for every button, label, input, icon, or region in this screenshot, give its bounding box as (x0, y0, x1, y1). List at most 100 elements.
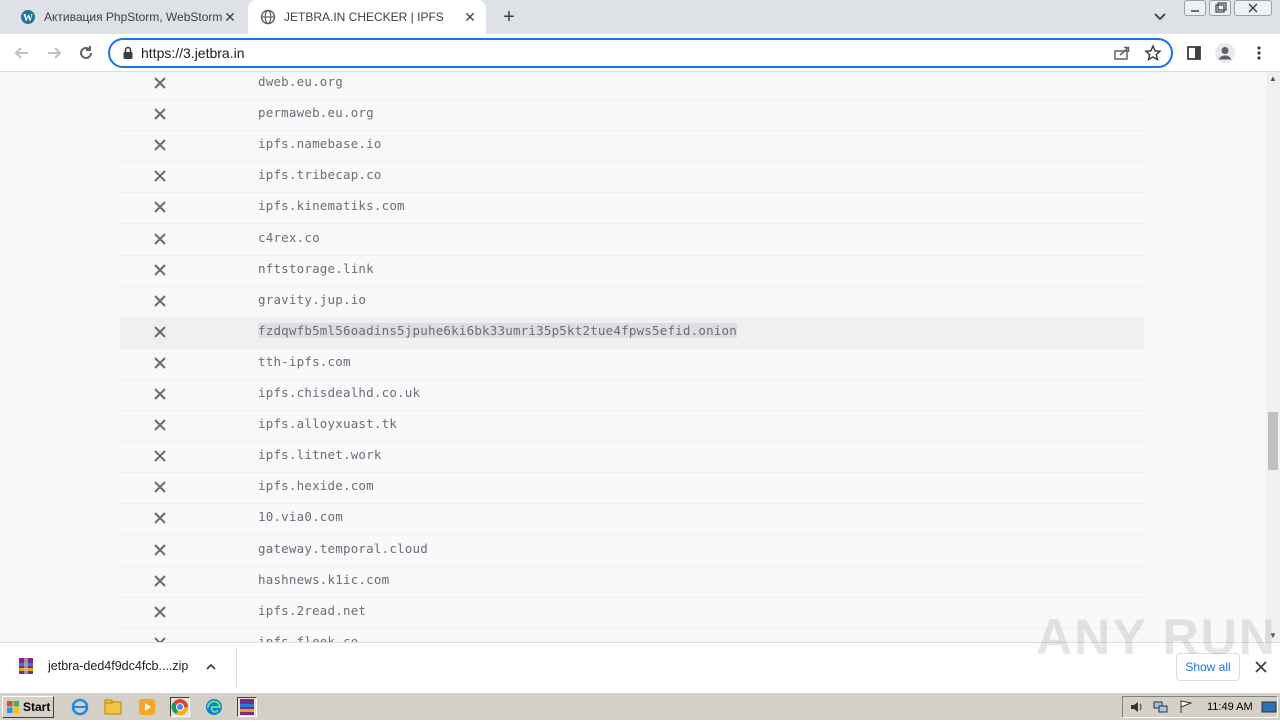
chevron-up-icon[interactable] (204, 660, 218, 678)
menu-kebab-icon[interactable] (1248, 42, 1270, 64)
list-item: gateway.temporal.cloud (120, 536, 1144, 567)
tab-strip: W Активация PhpStorm, WebStorm, In ✕ JET… (0, 0, 1280, 34)
page-scrollbar[interactable]: ▲ ▼ (1266, 72, 1280, 642)
list-item: dweb.eu.org (120, 72, 1144, 100)
anyrun-watermark: ANY RUN (1036, 609, 1277, 665)
gateway-host: ipfs.chisdealhd.co.uk (258, 385, 421, 400)
x-icon (152, 479, 168, 495)
profile-avatar-icon[interactable] (1214, 42, 1236, 64)
action-center-flag-icon[interactable] (1179, 700, 1193, 719)
x-icon (152, 106, 168, 122)
forward-arrow-icon[interactable] (43, 42, 65, 64)
close-window-button[interactable] (1234, 0, 1272, 16)
x-icon (152, 168, 168, 184)
back-arrow-icon[interactable] (11, 42, 33, 64)
address-bar[interactable]: https://3.jetbra.in (108, 38, 1173, 68)
gateway-host: 10.via0.com (258, 509, 343, 525)
start-button[interactable]: Start (2, 696, 54, 718)
share-icon[interactable] (1113, 45, 1131, 66)
file-explorer-icon[interactable] (103, 697, 123, 717)
gateway-host: ipfs.kinematiks.com (258, 198, 405, 214)
list-item: ipfs.2read.net (120, 598, 1144, 629)
gateway-host: tth-ipfs.com (258, 353, 351, 369)
x-icon (152, 542, 168, 558)
gateway-host: ipfs.alloyxuast.tk (258, 416, 398, 432)
list-item: 10.via0.com (120, 504, 1144, 536)
minimize-button[interactable] (1184, 0, 1206, 16)
show-desktop-icon[interactable] (1261, 700, 1277, 719)
lock-icon[interactable] (122, 46, 134, 65)
x-icon (152, 604, 168, 620)
download-item[interactable]: jetbra-ded4f9dc4fcb....zip (18, 657, 188, 675)
tab-title: JETBRA.IN CHECKER | IPFS (284, 10, 444, 24)
x-icon (152, 231, 168, 247)
list-item: ipfs.fleek.co (120, 629, 1144, 642)
gateway-host: nftstorage.link (258, 260, 374, 276)
edge-icon[interactable] (204, 697, 224, 717)
clock[interactable]: 11:49 AM (1207, 701, 1253, 713)
x-icon (152, 635, 168, 642)
x-icon (152, 75, 168, 91)
chrome-icon[interactable] (170, 697, 190, 717)
gateway-host: ipfs.tribecap.co (258, 167, 382, 183)
gateway-host: fzdqwfb5ml56oadins5jpuhe6ki6bk33umri35p5… (258, 322, 737, 338)
network-icon[interactable] (1153, 700, 1169, 719)
list-item: ipfs.litnet.work (120, 442, 1144, 474)
taskbar: Start 11:49 AM (0, 692, 1280, 720)
tab-title: Активация PhpStorm, WebStorm, In (44, 10, 222, 24)
x-icon (152, 324, 168, 340)
windows-flag-icon (7, 701, 19, 713)
list-item: ipfs.hexide.com (120, 473, 1144, 505)
volume-icon[interactable] (1129, 700, 1145, 719)
internet-explorer-icon[interactable] (70, 697, 90, 717)
winrar-archive-icon (19, 658, 33, 674)
gateway-host: dweb.eu.org (258, 74, 343, 89)
list-item: gravity.jup.io (120, 287, 1144, 318)
x-icon (152, 510, 168, 526)
x-icon (152, 355, 168, 371)
x-icon (152, 573, 168, 589)
list-item: fzdqwfb5ml56oadins5jpuhe6ki6bk33umri35p5… (120, 317, 1144, 349)
list-item: permaweb.eu.org (120, 100, 1144, 132)
tab-search-chevron-icon[interactable] (1150, 8, 1170, 26)
gateway-host: permaweb.eu.org (258, 105, 374, 121)
url-text[interactable]: https://3.jetbra.in (141, 45, 245, 61)
x-icon (152, 199, 168, 215)
tab-activation[interactable]: W Активация PhpStorm, WebStorm, In ✕ (8, 0, 246, 34)
close-tab-icon[interactable]: ✕ (462, 9, 478, 25)
list-item: ipfs.tribecap.co (120, 162, 1144, 194)
list-item: ipfs.namebase.io (120, 131, 1144, 163)
start-label: Start (23, 700, 51, 714)
scroll-up-arrow-icon[interactable]: ▲ (1269, 74, 1277, 83)
list-item: tth-ipfs.com (120, 349, 1144, 380)
media-player-icon[interactable] (137, 697, 157, 717)
side-panel-icon[interactable] (1183, 42, 1205, 64)
tab-jetbra-checker[interactable]: JETBRA.IN CHECKER | IPFS ✕ (248, 0, 486, 34)
close-tab-icon[interactable]: ✕ (222, 9, 238, 25)
gateway-host: ipfs.fleek.co (258, 633, 359, 642)
restore-button[interactable] (1209, 0, 1231, 16)
list-item: c4rex.co (120, 225, 1144, 256)
list-item: ipfs.kinematiks.com (120, 193, 1144, 225)
list-item: hashnews.k1ic.com (120, 567, 1144, 598)
wordpress-icon: W (20, 9, 36, 25)
gateway-host: ipfs.hexide.com (258, 478, 374, 494)
svg-text:W: W (23, 13, 33, 24)
reload-icon[interactable] (75, 42, 97, 64)
scrollbar-thumb[interactable] (1268, 412, 1278, 470)
download-filename: jetbra-ded4f9dc4fcb....zip (48, 659, 189, 673)
gateway-host: gateway.temporal.cloud (258, 540, 428, 556)
winrar-taskbar-icon[interactable] (237, 697, 257, 717)
new-tab-button[interactable]: + (498, 7, 520, 29)
divider (236, 649, 237, 687)
x-icon (152, 417, 168, 433)
x-icon (152, 137, 168, 153)
bookmark-star-icon[interactable] (1144, 44, 1162, 67)
globe-icon (260, 9, 276, 25)
gateway-host: ipfs.litnet.work (258, 447, 382, 463)
list-item: nftstorage.link (120, 256, 1144, 287)
system-tray: 11:49 AM (1122, 696, 1278, 718)
list-item: ipfs.chisdealhd.co.uk (120, 380, 1144, 411)
ipfs-gateway-list: dweb.eu.org permaweb.eu.org ipfs.namebase.… (0, 72, 1266, 642)
list-item: ipfs.alloyxuast.tk (120, 411, 1144, 443)
